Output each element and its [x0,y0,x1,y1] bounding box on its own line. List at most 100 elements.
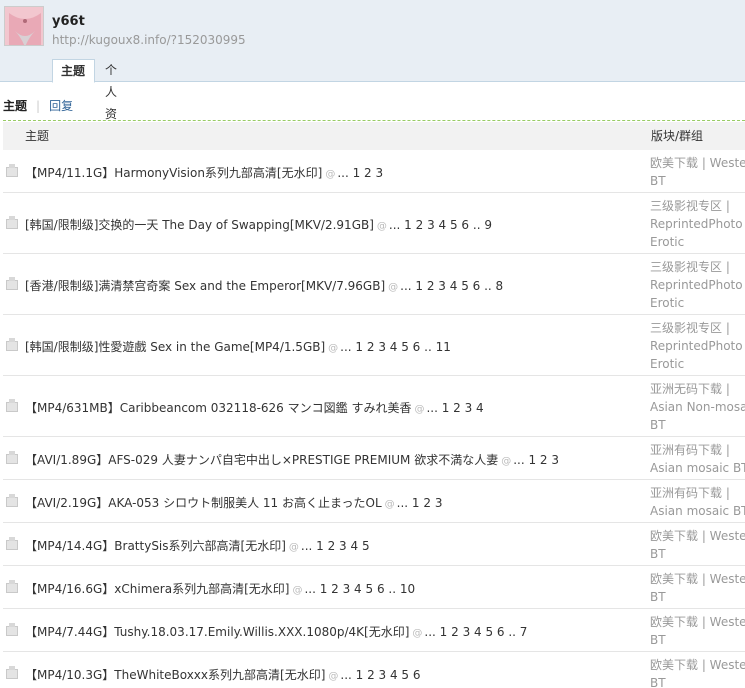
table-row: 【MP4/11.1G】HarmonyVision系列九部高清[无水印] @... … [3,150,745,193]
forum-cell[interactable]: 亚洲无码下载 |Asian Non-mosaicBT [650,380,745,434]
topic-title[interactable]: 【MP4/14.4G】BrattySis系列六部高清[无水印] @... 1 2 … [25,537,370,554]
forum-line[interactable]: 亚洲无码下载 | [650,380,745,398]
forum-line[interactable]: 欧美下载 | Western [650,154,745,172]
attachment-icon: @ [384,499,395,510]
page-links[interactable]: ... 1 2 3 4 5 6 .. 8 [400,279,503,293]
forum-line[interactable]: 亚洲有码下载 | [650,484,745,502]
page-links[interactable]: ... 1 2 3 [513,453,559,467]
forum-cell[interactable]: 三级影视专区 |ReprintedPhoto andErotic [650,197,745,251]
table-row: 【MP4/7.44G】Tushy.18.03.17.Emily.Willis.X… [3,609,745,652]
forum-line[interactable]: Erotic [650,355,745,373]
col-forum-header: 版块/群组 [651,129,704,143]
tab-profile[interactable]: 个人资料 [97,59,125,143]
topic-title[interactable]: 【MP4/10.3G】TheWhiteBoxxx系列九部高清[无水印] @... … [25,666,421,683]
forum-cell[interactable]: 欧美下载 | WesternBT [650,154,745,190]
topic-title[interactable]: [韩国/限制级]交换的一天 The Day of Swapping[MKV/2.… [25,216,492,233]
forum-line[interactable]: Erotic [650,233,745,251]
forum-line[interactable]: 欧美下载 | Western [650,570,745,588]
topic-link[interactable]: 【MP4/10.3G】TheWhiteBoxxx系列九部高清[无水印] [25,668,325,682]
topic-link[interactable]: [韩国/限制级]性愛遊戲 Sex in the Game[MP4/1.5GB] [25,340,325,354]
forum-line[interactable]: BT [650,588,745,606]
topic-link[interactable]: 【MP4/14.4G】BrattySis系列六部高清[无水印] [25,539,286,553]
attachment-icon: @ [414,404,425,415]
forum-line[interactable]: 欧美下载 | Western [650,656,745,674]
attachment-icon: @ [288,542,299,553]
page-links[interactable]: ... 1 2 3 [397,496,443,510]
topic-link[interactable]: 【MP4/11.1G】HarmonyVision系列九部高清[无水印] [25,166,322,180]
forum-line[interactable]: BT [650,416,745,434]
forum-line[interactable]: BT [650,545,745,563]
topic-title[interactable]: 【AVI/1.89G】AFS-029 人妻ナンパ自宅中出し×PRESTIGE P… [25,451,559,468]
forum-cell[interactable]: 欧美下载 | WesternBT [650,570,745,606]
topic-title[interactable]: 【MP4/16.6G】xChimera系列九部高清[无水印] @... 1 2 3… [25,580,415,597]
forum-line[interactable]: BT [650,172,745,190]
folder-icon [6,580,18,593]
topic-title[interactable]: [香港/限制级]满清禁宫奇案 Sex and the Emperor[MKV/7… [25,277,503,294]
avatar[interactable] [4,6,44,46]
page-links[interactable]: ... 1 2 3 [337,166,383,180]
folder-icon [6,399,18,412]
forum-cell[interactable]: 三级影视专区 |ReprintedPhoto andErotic [650,258,745,312]
subnav-topics[interactable]: 主题 [3,99,27,113]
forum-line[interactable]: 欧美下载 | Western [650,613,745,631]
forum-cell[interactable]: 亚洲有码下载 | Asian mosaic BT [650,441,745,477]
page-links[interactable]: ... 1 2 3 4 5 6 .. 10 [304,582,415,596]
page-links[interactable]: ... 1 2 3 4 5 6 .. 9 [389,218,492,232]
topic-title[interactable]: 【MP4/7.44G】Tushy.18.03.17.Emily.Willis.X… [25,623,527,640]
forum-cell[interactable]: 三级影视专区 |ReprintedPhoto andErotic [650,319,745,373]
topic-link[interactable]: 【AVI/2.19G】AKA-053 シロウト制服美人 11 お高く止まったOL [25,496,382,510]
topic-title[interactable]: 【MP4/11.1G】HarmonyVision系列九部高清[无水印] @... … [25,164,383,181]
forum-line[interactable]: 欧美下载 | Western [650,527,745,545]
topic-link[interactable]: 【AVI/1.89G】AFS-029 人妻ナンパ自宅中出し×PRESTIGE P… [25,453,498,467]
attachment-icon: @ [388,282,399,293]
topic-title[interactable]: 【MP4/631MB】Caribbeancom 032118-626 マンコ図鑑… [25,399,484,416]
topic-link[interactable]: [香港/限制级]满清禁宫奇案 Sex and the Emperor[MKV/7… [25,279,385,293]
topic-link[interactable]: 【MP4/16.6G】xChimera系列九部高清[无水印] [25,582,289,596]
folder-icon [6,494,18,507]
table-header: 主题 版块/群组 [3,122,745,150]
forum-line[interactable]: 三级影视专区 | [650,319,745,337]
forum-line[interactable]: 三级影视专区 | [650,197,745,215]
topic-link[interactable]: 【MP4/7.44G】Tushy.18.03.17.Emily.Willis.X… [25,625,409,639]
table-row: 【MP4/631MB】Caribbeancom 032118-626 マンコ図鑑… [3,376,745,437]
forum-line[interactable]: ReprintedPhoto and [650,215,745,233]
username[interactable]: y66t [52,14,85,29]
forum-line[interactable]: BT [650,674,745,688]
topic-title[interactable]: [韩国/限制级]性愛遊戲 Sex in the Game[MP4/1.5GB] @… [25,338,451,355]
forum-cell[interactable]: 亚洲有码下载 | Asian mosaic BT [650,484,745,520]
subnav-separator: | [36,99,41,113]
table-row: [韩国/限制级]交换的一天 The Day of Swapping[MKV/2.… [3,193,745,254]
forum-cell[interactable]: 欧美下载 | WesternBT [650,656,745,688]
topic-link[interactable]: 【MP4/631MB】Caribbeancom 032118-626 マンコ図鑑… [25,401,411,415]
page-links[interactable]: ... 1 2 3 4 [426,401,483,415]
page-links[interactable]: ... 1 2 3 4 5 6 [340,668,420,682]
page-links[interactable]: ... 1 2 3 4 5 6 .. 7 [424,625,527,639]
forum-line[interactable]: BT [650,631,745,649]
folder-icon [6,277,18,290]
forum-line[interactable]: ReprintedPhoto and [650,337,745,355]
profile-url[interactable]: http://kugoux8.info/?152030995 [52,33,246,47]
forum-cell[interactable]: 欧美下载 | WesternBT [650,527,745,563]
attachment-icon: @ [376,221,387,232]
page-links[interactable]: ... 1 2 3 4 5 6 .. 11 [340,340,451,354]
attachment-icon: @ [412,628,423,639]
forum-line[interactable]: Asian mosaic BT [650,459,745,477]
forum-line[interactable]: Asian mosaic BT [650,502,745,520]
subnav-replies[interactable]: 回复 [49,99,73,113]
forum-line[interactable]: Erotic [650,294,745,312]
folder-icon [6,164,18,177]
tab-topics[interactable]: 主题 [52,59,95,83]
forum-line[interactable]: Asian Non-mosaic [650,398,745,416]
forum-line[interactable]: ReprintedPhoto and [650,276,745,294]
table-row: 【MP4/16.6G】xChimera系列九部高清[无水印] @... 1 2 3… [3,566,745,609]
forum-line[interactable]: 亚洲有码下载 | [650,441,745,459]
forum-cell[interactable]: 欧美下载 | WesternBT [650,613,745,649]
topic-link[interactable]: [韩国/限制级]交换的一天 The Day of Swapping[MKV/2.… [25,218,374,232]
page-links[interactable]: ... 1 2 3 4 5 [301,539,370,553]
folder-icon [6,338,18,351]
folder-icon [6,666,18,679]
subnav: 主题 | 回复 [3,97,73,114]
forum-line[interactable]: 三级影视专区 | [650,258,745,276]
topic-title[interactable]: 【AVI/2.19G】AKA-053 シロウト制服美人 11 お高く止まったOL… [25,494,442,511]
table-row: [香港/限制级]满清禁宫奇案 Sex and the Emperor[MKV/7… [3,254,745,315]
